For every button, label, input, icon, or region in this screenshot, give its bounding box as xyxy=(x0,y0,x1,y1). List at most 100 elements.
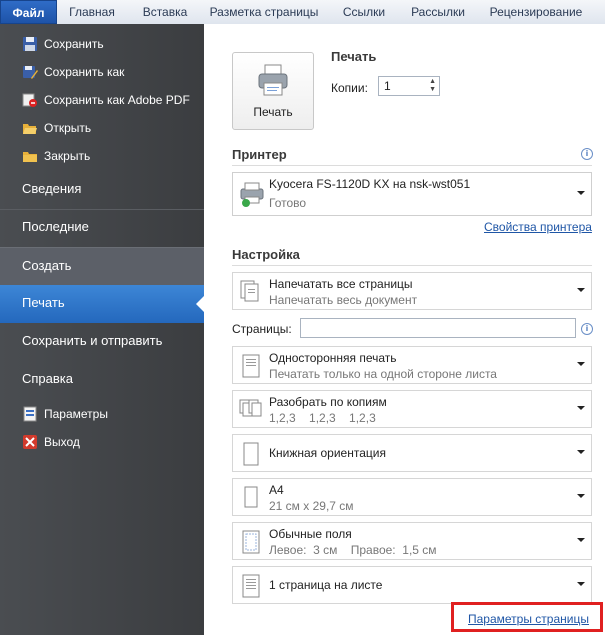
print-button[interactable]: Печать xyxy=(232,52,314,130)
pages-input[interactable] xyxy=(300,318,576,338)
tab-mailings[interactable]: Рассылки xyxy=(405,0,471,24)
margins-icon xyxy=(239,529,263,555)
option-title: Односторонняя печать xyxy=(269,351,397,365)
copies-label: Копии: xyxy=(331,81,368,95)
chevron-down-icon xyxy=(577,538,585,542)
save-icon xyxy=(22,36,38,52)
option-title: Обычные поля xyxy=(269,527,352,541)
chevron-down-icon xyxy=(577,450,585,454)
sidebar-section-print[interactable]: Печать xyxy=(0,285,204,323)
paper-size-dropdown[interactable]: A4 21 см x 29,7 см xyxy=(232,478,592,516)
sidebar-item-options[interactable]: Параметры xyxy=(0,400,204,428)
sidebar-item-label: Сохранить как Adobe PDF xyxy=(44,93,190,107)
stepper-up-icon[interactable]: ▲ xyxy=(429,78,436,85)
chevron-down-icon xyxy=(577,362,585,366)
tab-file[interactable]: Файл xyxy=(0,0,57,24)
open-folder-icon xyxy=(22,120,38,136)
pages-icon xyxy=(239,279,263,305)
tab-page-layout[interactable]: Разметка страницы xyxy=(208,0,320,24)
printer-dropdown[interactable]: Kyocera FS-1120D KX на nsk-wst051 Готово xyxy=(232,172,592,216)
info-icon[interactable]: i xyxy=(581,323,593,335)
paper-size-icon xyxy=(239,485,263,511)
option-subtitle: Печатать только на одной стороне листа xyxy=(269,367,497,381)
print-panel: Печать Печать Копии: 1 ▲ ▼ Принтер i Kyo… xyxy=(204,24,605,635)
close-folder-icon xyxy=(22,148,38,164)
sidebar-item-label: Открыть xyxy=(44,121,92,135)
sidebar-section-help[interactable]: Справка xyxy=(0,361,204,399)
settings-heading: Настройка xyxy=(232,247,300,262)
sidebar-section-label: Печать xyxy=(22,295,65,310)
tab-review[interactable]: Рецензирование xyxy=(480,0,592,24)
printer-name: Kyocera FS-1120D KX на nsk-wst051 xyxy=(269,177,471,191)
sidebar-item-label: Параметры xyxy=(44,407,108,421)
sidebar-item-close[interactable]: Закрыть xyxy=(0,142,204,170)
sidebar-section-new[interactable]: Создать xyxy=(0,247,204,287)
divider xyxy=(232,165,592,166)
sidebar-section-label: Справка xyxy=(22,371,73,386)
chevron-down-icon xyxy=(577,288,585,292)
option-title: 1 страница на листе xyxy=(269,578,383,592)
tab-home[interactable]: Главная xyxy=(62,0,122,24)
options-icon xyxy=(22,406,38,422)
sidebar-item-save-as[interactable]: Сохранить как xyxy=(0,58,204,86)
exit-icon xyxy=(22,434,38,450)
sidebar-section-label: Последние xyxy=(22,219,89,234)
sidebar-section-save-send[interactable]: Сохранить и отправить xyxy=(0,323,204,361)
sidebar-section-label: Сохранить и отправить xyxy=(22,333,163,348)
copies-stepper[interactable]: 1 ▲ ▼ xyxy=(378,76,440,96)
printer-heading: Принтер xyxy=(232,147,287,162)
portrait-icon xyxy=(239,441,263,467)
sidebar-section-recent[interactable]: Последние xyxy=(0,209,204,247)
sidebar-item-label: Закрыть xyxy=(44,149,91,163)
ribbon-tabs: Файл Главная Вставка Разметка страницы С… xyxy=(0,0,605,25)
option-title: Напечатать все страницы xyxy=(269,277,413,291)
option-subtitle: 21 см x 29,7 см xyxy=(269,499,354,513)
selection-notch xyxy=(196,296,204,312)
sidebar-section-label: Сведения xyxy=(22,181,82,196)
chevron-down-icon xyxy=(577,582,585,586)
option-subtitle: Напечатать весь документ xyxy=(269,293,418,307)
option-title: Разобрать по копиям xyxy=(269,395,387,409)
chevron-down-icon xyxy=(577,494,585,498)
orientation-dropdown[interactable]: Книжная ориентация xyxy=(232,434,592,472)
pages-per-sheet-dropdown[interactable]: 1 страница на листе xyxy=(232,566,592,604)
tab-references[interactable]: Ссылки xyxy=(335,0,393,24)
sidebar-item-open[interactable]: Открыть xyxy=(0,114,204,142)
print-heading: Печать xyxy=(331,49,377,64)
print-button-label: Печать xyxy=(253,105,293,119)
one-sided-icon xyxy=(239,353,263,379)
sidebar-item-exit[interactable]: Выход xyxy=(0,428,204,456)
option-subtitle: Левое: 3 см Правое: 1,5 см xyxy=(269,543,437,557)
margins-dropdown[interactable]: Обычные поля Левое: 3 см Правое: 1,5 см xyxy=(232,522,592,560)
tab-insert[interactable]: Вставка xyxy=(135,0,195,24)
sidebar-section-label: Создать xyxy=(22,258,72,273)
backstage-sidebar: Сохранить Сохранить как Сохранить как Ad… xyxy=(0,24,204,635)
sidebar-item-save[interactable]: Сохранить xyxy=(0,30,204,58)
page-setup-link[interactable]: Параметры страницы xyxy=(468,612,589,626)
printer-status: Готово xyxy=(269,196,307,210)
option-subtitle: 1,2,3 1,2,3 1,2,3 xyxy=(269,411,376,425)
print-range-dropdown[interactable]: Напечатать все страницы Напечатать весь … xyxy=(232,272,592,310)
printer-properties-link[interactable]: Свойства принтера xyxy=(484,220,592,234)
save-as-icon xyxy=(22,64,38,80)
option-title: A4 xyxy=(269,483,284,497)
copies-value: 1 xyxy=(384,79,391,93)
collate-dropdown[interactable]: Разобрать по копиям 1,2,3 1,2,3 1,2,3 xyxy=(232,390,592,428)
info-icon[interactable]: i xyxy=(581,148,593,160)
duplex-dropdown[interactable]: Односторонняя печать Печатать только на … xyxy=(232,346,592,384)
chevron-down-icon xyxy=(577,191,585,195)
collate-icon xyxy=(239,397,263,423)
sidebar-item-label: Выход xyxy=(44,435,80,449)
pages-label: Страницы: xyxy=(232,322,292,336)
printer-device-icon xyxy=(239,181,264,207)
divider xyxy=(232,265,592,266)
pages-per-sheet-icon xyxy=(239,573,263,599)
chevron-down-icon xyxy=(577,406,585,410)
printer-icon xyxy=(257,63,289,100)
sidebar-item-label: Сохранить как xyxy=(44,65,125,79)
adobe-pdf-icon xyxy=(22,92,38,108)
option-title: Книжная ориентация xyxy=(269,446,386,460)
sidebar-section-info[interactable]: Сведения xyxy=(0,171,204,209)
stepper-down-icon[interactable]: ▼ xyxy=(429,86,436,93)
sidebar-item-save-as-pdf[interactable]: Сохранить как Adobe PDF xyxy=(0,86,204,114)
